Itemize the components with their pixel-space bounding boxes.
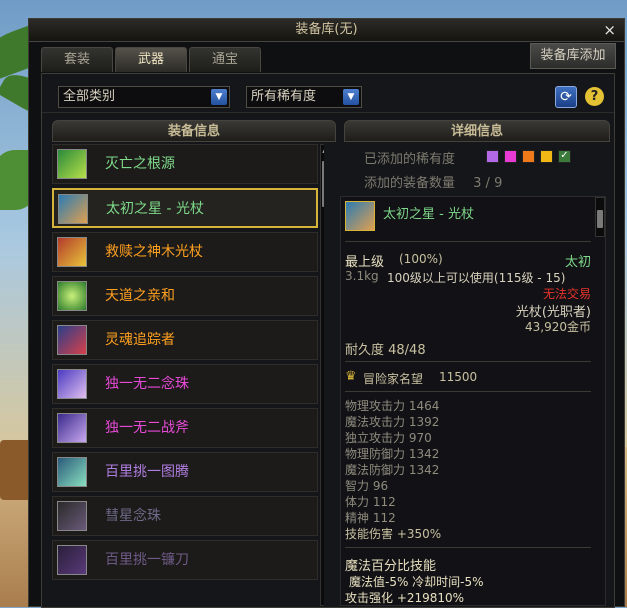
axe-icon (57, 413, 87, 443)
help-icon[interactable]: ? (585, 87, 604, 106)
totem-icon (57, 457, 87, 487)
fame-label: 冒险家名望 (363, 372, 424, 386)
trade-status: 无法交易 (542, 287, 591, 301)
item-name: 独一无二战斧 (105, 420, 189, 436)
stat-row: 智力 96 (345, 479, 389, 493)
item-title: 太初之星 - 光杖 (383, 207, 474, 222)
stat-row: 精神 112 (345, 511, 396, 525)
item-name: 独一无二念珠 (105, 376, 189, 392)
filter-bar: 全部类别 ▼ 所有稀有度 ▼ ⟳ ? (42, 74, 614, 113)
item-name: 救赎之神木光杖 (105, 244, 203, 260)
item-weight: 3.1kg (345, 269, 379, 283)
fame-icon: ♛ (345, 369, 357, 384)
list-item[interactable]: 百里挑一镰刀 (52, 540, 318, 580)
ring-icon (57, 149, 87, 179)
check-icon[interactable]: ✓ (558, 150, 571, 163)
list-item[interactable]: 百里挑一图腾 (52, 452, 318, 492)
list-item-selected[interactable]: 太初之星 - 光杖 (52, 188, 318, 228)
list-scrollbar[interactable]: ▲ (320, 144, 324, 606)
rarity-swatch-epic (486, 150, 499, 163)
grade-percent: (100%) (399, 252, 443, 266)
orb-icon (57, 281, 87, 311)
category-select-value: 全部类别 (63, 89, 116, 104)
list-item[interactable]: 独一无二战斧 (52, 408, 318, 448)
detail-panel: 已添加的稀有度 ✓ 添加的装备数量 3 / 9 太初之星 - 光杖 最上级 (1… (336, 142, 606, 606)
item-name: 太初之星 - 光杖 (106, 201, 204, 217)
item-name: 灭亡之根源 (105, 156, 175, 172)
detail-header: 详细信息 (344, 120, 610, 142)
fame-value: 11500 (439, 370, 478, 384)
beads-icon (57, 369, 87, 399)
tab-treasure[interactable]: 通宝 (189, 47, 261, 72)
staff-icon (345, 201, 375, 231)
skill-title: 魔法百分比技能 (345, 559, 437, 574)
item-tooltip-card: 太初之星 - 光杖 最上级 (100%) 太初 3.1kg 100级以上可以使用… (340, 196, 606, 606)
beads-icon (57, 501, 87, 531)
category-select[interactable]: 全部类别 ▼ (58, 86, 230, 108)
list-item[interactable]: 灵魂追踪者 (52, 320, 318, 360)
list-item[interactable]: 独一无二念珠 (52, 364, 318, 404)
item-name: 彗星念珠 (105, 508, 161, 524)
list-item[interactable]: 天道之亲和 (52, 276, 318, 316)
staff-icon (57, 237, 87, 267)
rarity-select-value: 所有稀有度 (251, 89, 317, 104)
list-item[interactable]: 救赎之神木光杖 (52, 232, 318, 272)
stat-row: 物理攻击力 1464 (345, 399, 440, 413)
scroll-up-icon[interactable]: ▲ (321, 145, 324, 155)
list-header: 装备信息 (52, 120, 336, 142)
main-panel: 全部类别 ▼ 所有稀有度 ▼ ⟳ ? 装备信息 详细信息 灭亡之根源 太初之星 … (41, 73, 615, 608)
window-title: 装备库(无) (295, 22, 358, 37)
equipment-list: 灭亡之根源 太初之星 - 光杖 救赎之神木光杖 天道之亲和 灵魂追踪者 独一无二… (52, 144, 324, 606)
rarity-swatch-primeval (540, 150, 553, 163)
rarity-swatch-unique (504, 150, 517, 163)
scrollbar-thumb[interactable] (597, 210, 603, 228)
tab-weapon[interactable]: 武器 (115, 47, 187, 72)
equipment-library-window: 装备库(无) × 套装 武器 通宝 装备库添加 全部类别 ▼ 所有稀有度 ▼ ⟳… (28, 18, 625, 608)
count-label: 添加的装备数量 3 / 9 (364, 176, 503, 191)
item-price: 43,920金币 (525, 320, 591, 334)
chevron-down-icon: ▼ (211, 89, 227, 105)
grade-label: 最上级 (345, 255, 385, 270)
stat-row: 魔法攻击力 1392 (345, 415, 440, 429)
close-icon[interactable]: × (603, 21, 616, 39)
skill-line: 魔法值-5% 冷却时间-5% (349, 575, 484, 589)
stat-row: 物理防御力 1342 (345, 447, 440, 461)
scrollbar-thumb[interactable] (322, 161, 324, 207)
item-name: 天道之亲和 (105, 288, 175, 304)
count-value: 3 / 9 (473, 176, 503, 191)
stat-row: 独立攻击力 970 (345, 431, 432, 445)
item-name: 百里挑一图腾 (105, 464, 189, 480)
window-titlebar[interactable]: 装备库(无) × (29, 19, 624, 42)
item-name: 灵魂追踪者 (105, 332, 175, 348)
stat-row: 技能伤害 +350% (345, 527, 442, 541)
item-name: 百里挑一镰刀 (105, 552, 189, 568)
rarity-select[interactable]: 所有稀有度 ▼ (246, 86, 362, 108)
chevron-down-icon: ▼ (343, 89, 359, 105)
rarity-swatch-legend (522, 150, 535, 163)
level-requirement: 100级以上可以使用(115级 - 15) (387, 271, 566, 285)
rarity-name: 太初 (564, 255, 591, 270)
skill-line: 攻击强化 +219810% (345, 591, 465, 605)
stat-row: 魔法防御力 1342 (345, 463, 440, 477)
scythe-icon (57, 325, 87, 355)
refresh-icon[interactable]: ⟳ (555, 86, 577, 108)
list-item[interactable]: 灭亡之根源 (52, 144, 318, 184)
durability: 耐久度 48/48 (345, 343, 426, 358)
tab-set[interactable]: 套装 (41, 47, 113, 72)
list-item[interactable]: 彗星念珠 (52, 496, 318, 536)
detail-scrollbar[interactable] (595, 197, 605, 237)
stat-row: 体力 112 (345, 495, 396, 509)
add-to-library-button[interactable]: 装备库添加 (530, 43, 616, 69)
scythe-icon (57, 545, 87, 575)
staff-icon (58, 194, 88, 224)
rarity-label: 已添加的稀有度 (364, 152, 456, 167)
